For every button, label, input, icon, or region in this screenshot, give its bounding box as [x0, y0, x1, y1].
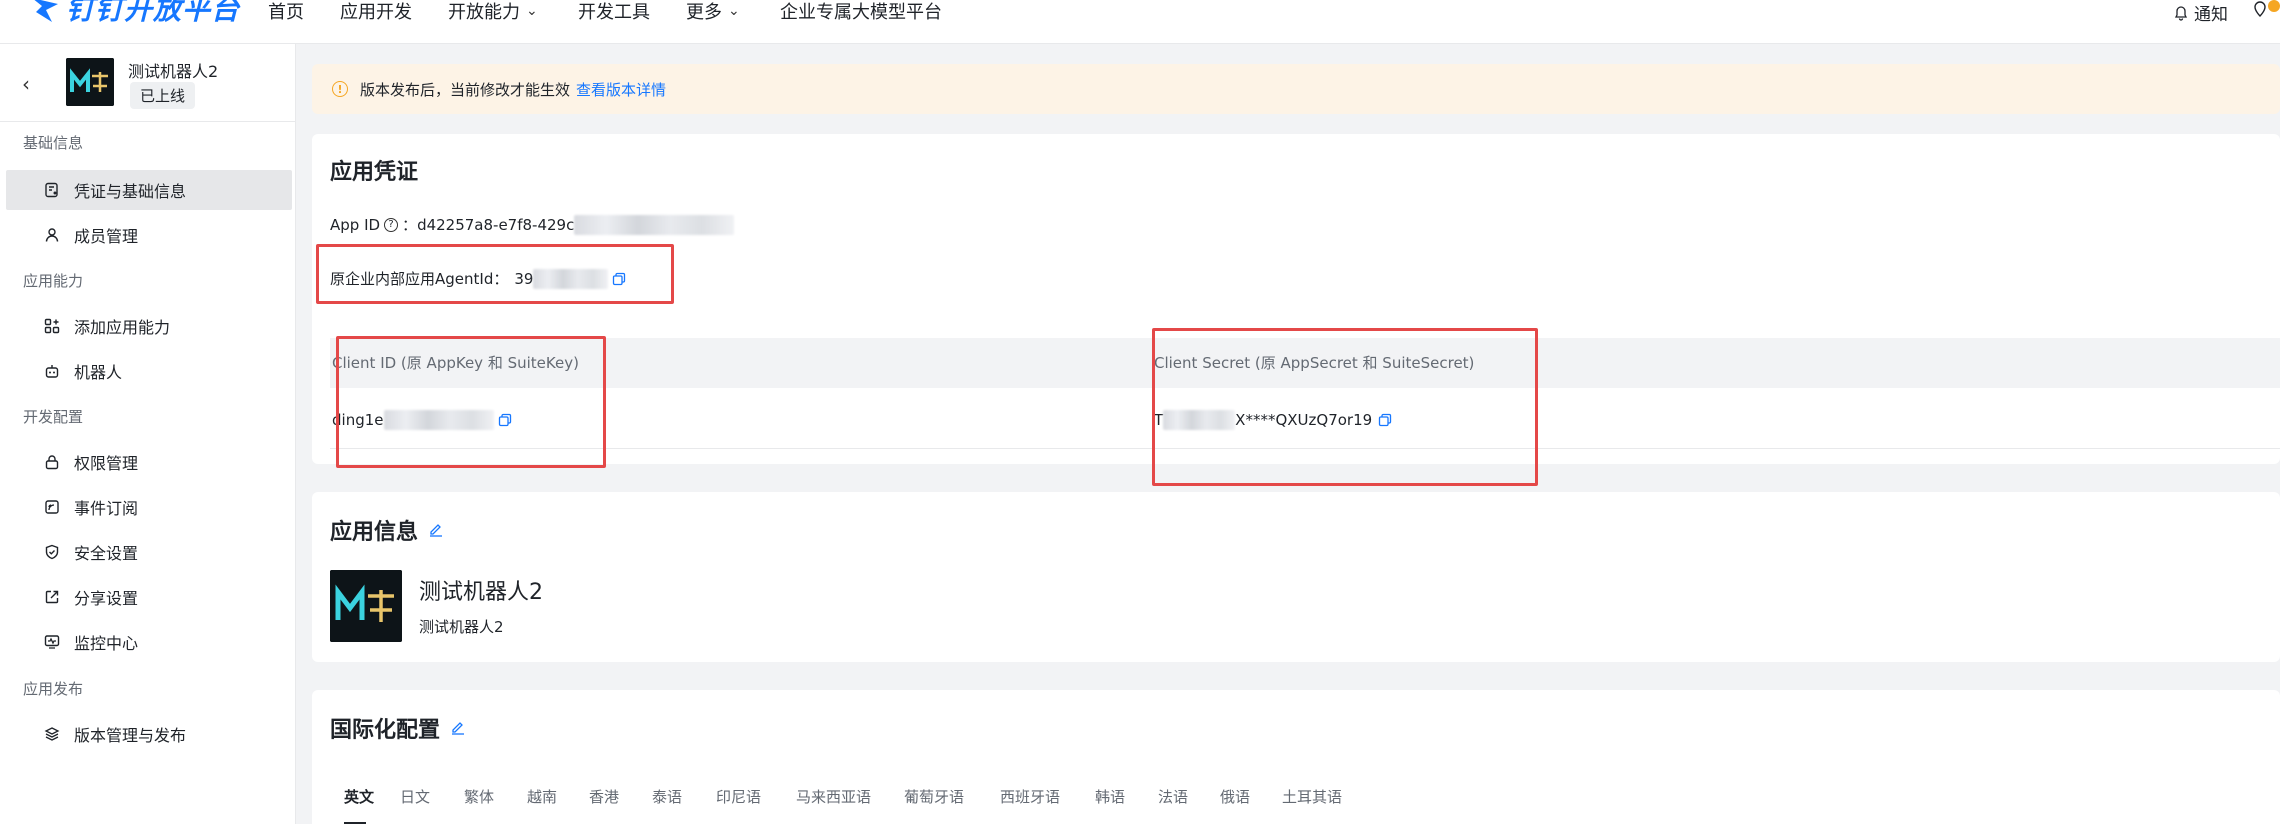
top-nav: 钉钉开放平台 首页 应用开发 开放能力 ⌄ 开发工具 更多 ⌄ 企业专属大模型平台 … — [0, 0, 2280, 44]
app-info-title: 应用信息 — [330, 514, 444, 546]
app-id-value: d42257a8-e7f8-429c — [417, 215, 575, 234]
sidebar-item-credentials[interactable]: 凭证与基础信息 — [6, 170, 292, 210]
sidebar-item-events[interactable]: 事件订阅 — [6, 487, 292, 527]
chevron-down-icon: ⌄ — [526, 3, 538, 19]
help-icon[interactable]: ? — [384, 217, 399, 232]
chevron-down-icon: ⌄ — [728, 3, 740, 19]
location-pin-icon[interactable] — [2252, 0, 2280, 22]
app-logo — [330, 570, 402, 642]
nav-enterprise-llm[interactable]: 企业专属大模型平台 — [780, 0, 942, 23]
app-info-card: 应用信息 测试机器人2 测试机器人2 — [312, 492, 2280, 662]
app-id-row: App ID ? ： d42257a8-e7f8-429c — [330, 214, 735, 235]
edit-icon[interactable] — [450, 720, 466, 736]
bell-icon — [2174, 5, 2188, 21]
back-arrow-icon[interactable]: ‹ — [22, 72, 30, 96]
tab-indonesian[interactable]: 印尼语 — [716, 786, 761, 807]
lock-icon — [45, 455, 59, 470]
dingtalk-logo-icon — [28, 0, 62, 24]
tab-french[interactable]: 法语 — [1158, 786, 1188, 807]
tab-portuguese[interactable]: 葡萄牙语 — [904, 786, 964, 807]
i18n-title: 国际化配置 — [330, 712, 466, 744]
tab-traditional[interactable]: 繁体 — [464, 786, 494, 807]
user-icon — [45, 228, 59, 242]
app-logo — [66, 58, 114, 106]
shield-icon — [45, 544, 59, 560]
nav-open-capability[interactable]: 开放能力 ⌄ — [448, 0, 538, 23]
highlight-box-client-secret — [1152, 328, 1538, 486]
warning-icon: ! — [332, 81, 348, 97]
tab-hongkong[interactable]: 香港 — [589, 786, 619, 807]
edit-icon[interactable] — [428, 522, 444, 538]
section-title: 应用发布 — [23, 680, 84, 698]
version-detail-link[interactable]: 查看版本详情 — [576, 79, 666, 100]
monitor-icon — [44, 635, 60, 649]
tab-turkish[interactable]: 土耳其语 — [1282, 786, 1342, 807]
app-name: 测试机器人2 — [128, 62, 219, 81]
highlight-box-agent-id — [316, 244, 674, 304]
status-badge: 已上线 — [130, 82, 196, 109]
nav-more[interactable]: 更多 ⌄ — [686, 0, 740, 23]
i18n-card: 国际化配置 英文 日文 繁体 越南 香港 泰语 印尼语 马来西亚语 葡萄牙语 西… — [312, 690, 2280, 824]
nav-home[interactable]: 首页 — [268, 0, 304, 23]
sidebar: ‹ 测试机器人2 已上线 基础信息 凭证与基础信息 成员管理 应用能力 添加应用… — [0, 44, 296, 824]
tab-malay[interactable]: 马来西亚语 — [796, 786, 871, 807]
sidebar-item-permissions[interactable]: 权限管理 — [6, 442, 292, 482]
tab-korean[interactable]: 韩语 — [1095, 786, 1125, 807]
section-title: 开发配置 — [23, 408, 84, 426]
redacted-area — [574, 214, 735, 235]
tab-japanese[interactable]: 日文 — [400, 786, 430, 807]
sidebar-item-add-capability[interactable]: 添加应用能力 — [6, 306, 292, 346]
robot-icon — [45, 365, 59, 378]
share-icon — [45, 590, 59, 604]
credentials-title: 应用凭证 — [330, 160, 419, 185]
notify-button[interactable]: 通知 — [2173, 0, 2228, 25]
tab-english[interactable]: 英文 — [344, 786, 374, 807]
brand-name: 钉钉开放平台 — [66, 0, 241, 26]
app-header: ‹ 测试机器人2 已上线 — [0, 44, 296, 122]
sidebar-item-version-release[interactable]: 版本管理与发布 — [6, 714, 292, 754]
event-icon — [45, 500, 59, 514]
doc-info-icon — [45, 182, 58, 198]
publish-notice-banner: ! 版本发布后，当前修改才能生效 查看版本详情 — [312, 64, 2280, 114]
nav-dev-tools[interactable]: 开发工具 — [578, 0, 650, 23]
section-title: 应用能力 — [23, 272, 84, 290]
app-info-name: 测试机器人2 — [419, 580, 543, 605]
section-title: 基础信息 — [23, 134, 84, 152]
tab-thai[interactable]: 泰语 — [652, 786, 682, 807]
layers-icon — [44, 727, 60, 741]
tab-russian[interactable]: 俄语 — [1220, 786, 1250, 807]
sidebar-item-share[interactable]: 分享设置 — [6, 577, 292, 617]
brand-logo[interactable]: 钉钉开放平台 — [28, 0, 240, 26]
nav-app-dev[interactable]: 应用开发 — [340, 0, 412, 23]
app-info-desc: 测试机器人2 — [419, 618, 504, 636]
highlight-box-client-id — [336, 336, 606, 468]
tab-vietnamese[interactable]: 越南 — [527, 786, 557, 807]
add-grid-icon — [44, 318, 60, 334]
sidebar-item-robot[interactable]: 机器人 — [6, 351, 292, 391]
tab-spanish[interactable]: 西班牙语 — [1000, 786, 1060, 807]
sidebar-item-monitor[interactable]: 监控中心 — [6, 622, 292, 662]
sidebar-item-security[interactable]: 安全设置 — [6, 532, 292, 572]
sidebar-item-members[interactable]: 成员管理 — [6, 215, 292, 255]
